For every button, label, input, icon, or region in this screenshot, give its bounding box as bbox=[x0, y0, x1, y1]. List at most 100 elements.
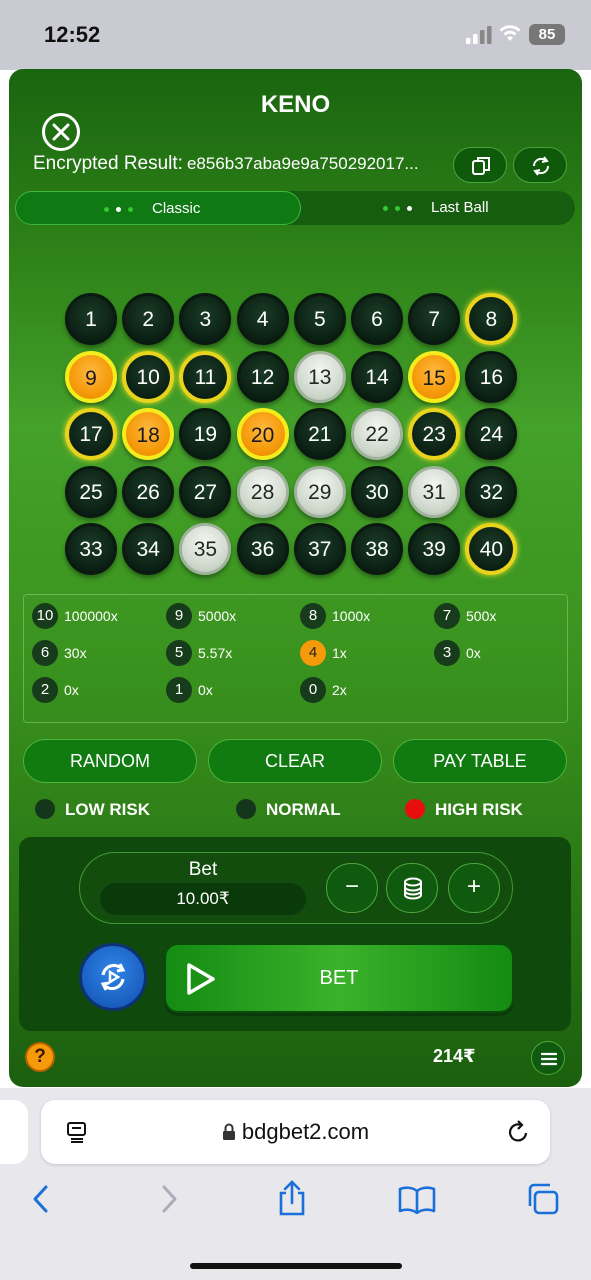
number-ball[interactable]: 2 bbox=[122, 293, 175, 345]
autoplay-button[interactable] bbox=[79, 943, 147, 1011]
pay-table-button[interactable]: PAY TABLE bbox=[393, 739, 567, 783]
number-ball[interactable]: 14 bbox=[351, 350, 403, 403]
bet-amount-input[interactable]: 10.00₹ bbox=[100, 883, 306, 915]
copy-icon bbox=[472, 157, 490, 175]
pay-table-hits: 9 bbox=[166, 603, 192, 629]
encrypted-result-hash: e856b37aba9e9a750292017... bbox=[186, 154, 419, 173]
number-ball[interactable]: 18 bbox=[122, 408, 175, 460]
radio-selected-icon bbox=[405, 799, 425, 820]
share-icon[interactable] bbox=[276, 1180, 308, 1216]
number-ball[interactable]: 40 bbox=[465, 523, 518, 575]
bet-increase-button[interactable]: + bbox=[448, 863, 500, 913]
pay-table-hits: 8 bbox=[300, 603, 326, 629]
pay-table-summary: 10 100000x 9 5000x 8 1000x 7 500x 6 30x 5 5.57x 4 1x 3… bbox=[23, 594, 568, 723]
reload-icon[interactable] bbox=[507, 1119, 531, 1145]
pay-table-hits: 5 bbox=[166, 640, 192, 666]
number-ball[interactable]: 1 bbox=[65, 293, 117, 345]
play-icon bbox=[187, 963, 215, 995]
number-ball[interactable]: 9 bbox=[65, 350, 117, 403]
number-ball[interactable]: 39 bbox=[408, 523, 461, 575]
tabs-icon[interactable] bbox=[525, 1182, 561, 1216]
pay-table-multiplier: 100000x bbox=[64, 608, 118, 624]
bet-button[interactable]: BET bbox=[164, 943, 514, 1013]
random-button[interactable]: RANDOM bbox=[23, 739, 197, 783]
bookmarks-icon[interactable] bbox=[398, 1186, 436, 1214]
risk-low-label: LOW RISK bbox=[65, 800, 150, 819]
help-button[interactable]: ? bbox=[25, 1042, 55, 1072]
close-button[interactable] bbox=[42, 113, 80, 151]
risk-high-option[interactable]: HIGH RISK bbox=[405, 799, 523, 821]
copy-hash-button[interactable] bbox=[453, 147, 507, 183]
number-ball[interactable]: 21 bbox=[293, 408, 346, 460]
risk-normal-option[interactable]: NORMAL bbox=[236, 799, 341, 821]
pay-table-entry: 5 5.57x bbox=[166, 640, 232, 666]
number-ball[interactable]: 11 bbox=[179, 350, 232, 403]
pay-table-hits: 0 bbox=[300, 677, 326, 703]
number-ball[interactable]: 31 bbox=[408, 465, 461, 518]
pay-table-multiplier: 5.57x bbox=[198, 645, 233, 661]
number-ball[interactable]: 24 bbox=[465, 408, 518, 460]
number-ball[interactable]: 6 bbox=[351, 293, 403, 345]
pay-table-multiplier: 0x bbox=[466, 645, 481, 661]
pay-table-hits: 1 bbox=[166, 677, 192, 703]
number-ball[interactable]: 28 bbox=[236, 465, 289, 518]
number-ball[interactable]: 32 bbox=[465, 465, 518, 518]
menu-button[interactable] bbox=[531, 1041, 565, 1075]
risk-normal-label: NORMAL bbox=[266, 800, 341, 819]
pay-table-multiplier: 500x bbox=[466, 608, 497, 624]
refresh-hash-button[interactable] bbox=[513, 147, 567, 183]
bet-coins-button[interactable] bbox=[386, 863, 438, 913]
number-ball[interactable]: 19 bbox=[179, 408, 232, 460]
pay-table-entry: 0 2x bbox=[300, 677, 347, 703]
number-ball[interactable]: 37 bbox=[293, 523, 346, 575]
pay-table-hits: 6 bbox=[32, 640, 58, 666]
number-ball[interactable]: 38 bbox=[351, 523, 403, 575]
pay-table-multiplier: 30x bbox=[64, 645, 87, 661]
balance: 214₹ bbox=[433, 1046, 476, 1066]
close-icon bbox=[52, 123, 70, 141]
number-ball[interactable]: 22 bbox=[351, 408, 403, 460]
number-ball[interactable]: 8 bbox=[465, 293, 518, 345]
status-bar: 12:52 85 bbox=[0, 0, 591, 70]
hamburger-menu-icon bbox=[541, 1052, 557, 1066]
number-ball[interactable]: 29 bbox=[293, 465, 346, 518]
risk-low-option[interactable]: LOW RISK bbox=[35, 799, 150, 821]
number-ball[interactable]: 7 bbox=[408, 293, 461, 345]
encrypted-result-label: Encrypted Result: bbox=[33, 153, 183, 174]
number-ball[interactable]: 15 bbox=[408, 350, 461, 403]
number-ball[interactable]: 3 bbox=[179, 293, 232, 345]
back-icon[interactable] bbox=[30, 1184, 52, 1214]
clear-button[interactable]: CLEAR bbox=[208, 739, 382, 783]
tab-classic-label: Classic bbox=[152, 200, 201, 217]
lock-icon bbox=[222, 1123, 235, 1140]
number-ball[interactable]: 27 bbox=[179, 465, 232, 518]
pay-table-hits: 7 bbox=[434, 603, 460, 629]
bet-panel: Bet 10.00₹ − + BET bbox=[19, 837, 571, 1031]
number-ball[interactable]: 30 bbox=[351, 465, 403, 518]
tab-classic[interactable]: Classic bbox=[15, 191, 301, 225]
number-ball[interactable]: 5 bbox=[293, 293, 346, 345]
number-ball[interactable]: 25 bbox=[65, 465, 117, 518]
pay-table-hits: 4 bbox=[300, 640, 326, 666]
number-ball[interactable]: 35 bbox=[179, 523, 232, 575]
number-ball[interactable]: 20 bbox=[236, 408, 289, 460]
address-bar[interactable]: bdgbet2.com bbox=[41, 1100, 550, 1164]
number-ball[interactable]: 26 bbox=[122, 465, 175, 518]
number-ball[interactable]: 34 bbox=[122, 523, 175, 575]
previous-tab-preview[interactable] bbox=[0, 1100, 28, 1164]
number-ball[interactable]: 23 bbox=[408, 408, 461, 460]
number-ball[interactable]: 16 bbox=[465, 350, 518, 403]
number-ball[interactable]: 10 bbox=[122, 350, 175, 403]
number-ball[interactable]: 17 bbox=[65, 408, 117, 460]
bet-decrease-button[interactable]: − bbox=[326, 863, 378, 913]
forward-icon[interactable] bbox=[158, 1184, 180, 1214]
number-ball[interactable]: 33 bbox=[65, 523, 117, 575]
number-ball[interactable]: 4 bbox=[236, 293, 289, 345]
number-ball[interactable]: 12 bbox=[236, 350, 289, 403]
pay-table-entry: 8 1000x bbox=[300, 603, 370, 629]
number-ball[interactable]: 13 bbox=[293, 350, 346, 403]
pay-table-multiplier: 1x bbox=[332, 645, 347, 661]
encrypted-result: Encrypted Result: e856b37aba9e9a750292017… bbox=[33, 153, 419, 175]
tab-last-ball[interactable]: Last Ball bbox=[305, 191, 575, 225]
number-ball[interactable]: 36 bbox=[236, 523, 289, 575]
